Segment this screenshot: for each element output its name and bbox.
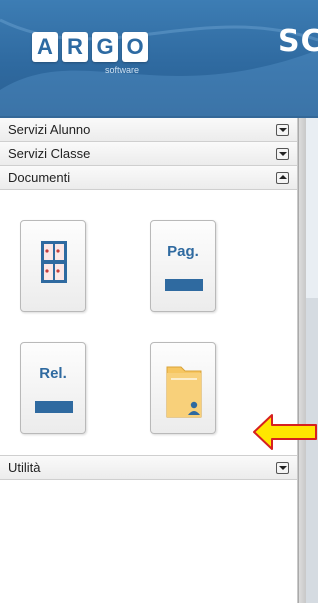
logo-letter: O <box>122 32 148 62</box>
page-icon <box>165 279 203 291</box>
report-button[interactable]: Rel. <box>20 342 86 434</box>
expand-icon[interactable] <box>276 148 289 160</box>
collapse-icon[interactable] <box>276 172 289 184</box>
sidebar: Servizi Alunno Servizi Classe Documenti … <box>0 118 298 603</box>
page-button[interactable]: Pag. <box>150 220 216 312</box>
content-panel-edge <box>306 118 318 603</box>
logo-letter: G <box>92 32 118 62</box>
logo-subtitle: software <box>105 65 140 75</box>
grid-document-icon <box>41 241 67 283</box>
document-grid-button[interactable] <box>20 220 86 312</box>
section-label: Utilità <box>8 460 41 475</box>
section-utilita[interactable]: Utilità <box>0 456 297 480</box>
section-label: Servizi Classe <box>8 146 91 161</box>
left-arrow-icon <box>253 414 317 450</box>
section-servizi-alunno[interactable]: Servizi Alunno <box>0 118 297 142</box>
sidebar-splitter[interactable] <box>298 118 306 603</box>
page-label: Pag. <box>167 243 199 260</box>
report-icon <box>35 401 73 413</box>
app-header: A R G O software SC <box>0 0 318 118</box>
expand-icon[interactable] <box>276 462 289 474</box>
user-folder-icon <box>166 366 202 418</box>
user-folder-button[interactable] <box>150 342 216 434</box>
section-documenti[interactable]: Documenti <box>0 166 297 190</box>
logo-letter: R <box>62 32 88 62</box>
argo-logo[interactable]: A R G O <box>32 32 148 62</box>
expand-icon[interactable] <box>276 124 289 136</box>
section-label: Servizi Alunno <box>8 122 91 137</box>
section-label: Documenti <box>8 170 71 185</box>
logo-letter: A <box>32 32 58 62</box>
section-servizi-classe[interactable]: Servizi Classe <box>0 142 297 166</box>
report-label: Rel. <box>39 365 67 382</box>
app-title: SC <box>278 24 318 59</box>
